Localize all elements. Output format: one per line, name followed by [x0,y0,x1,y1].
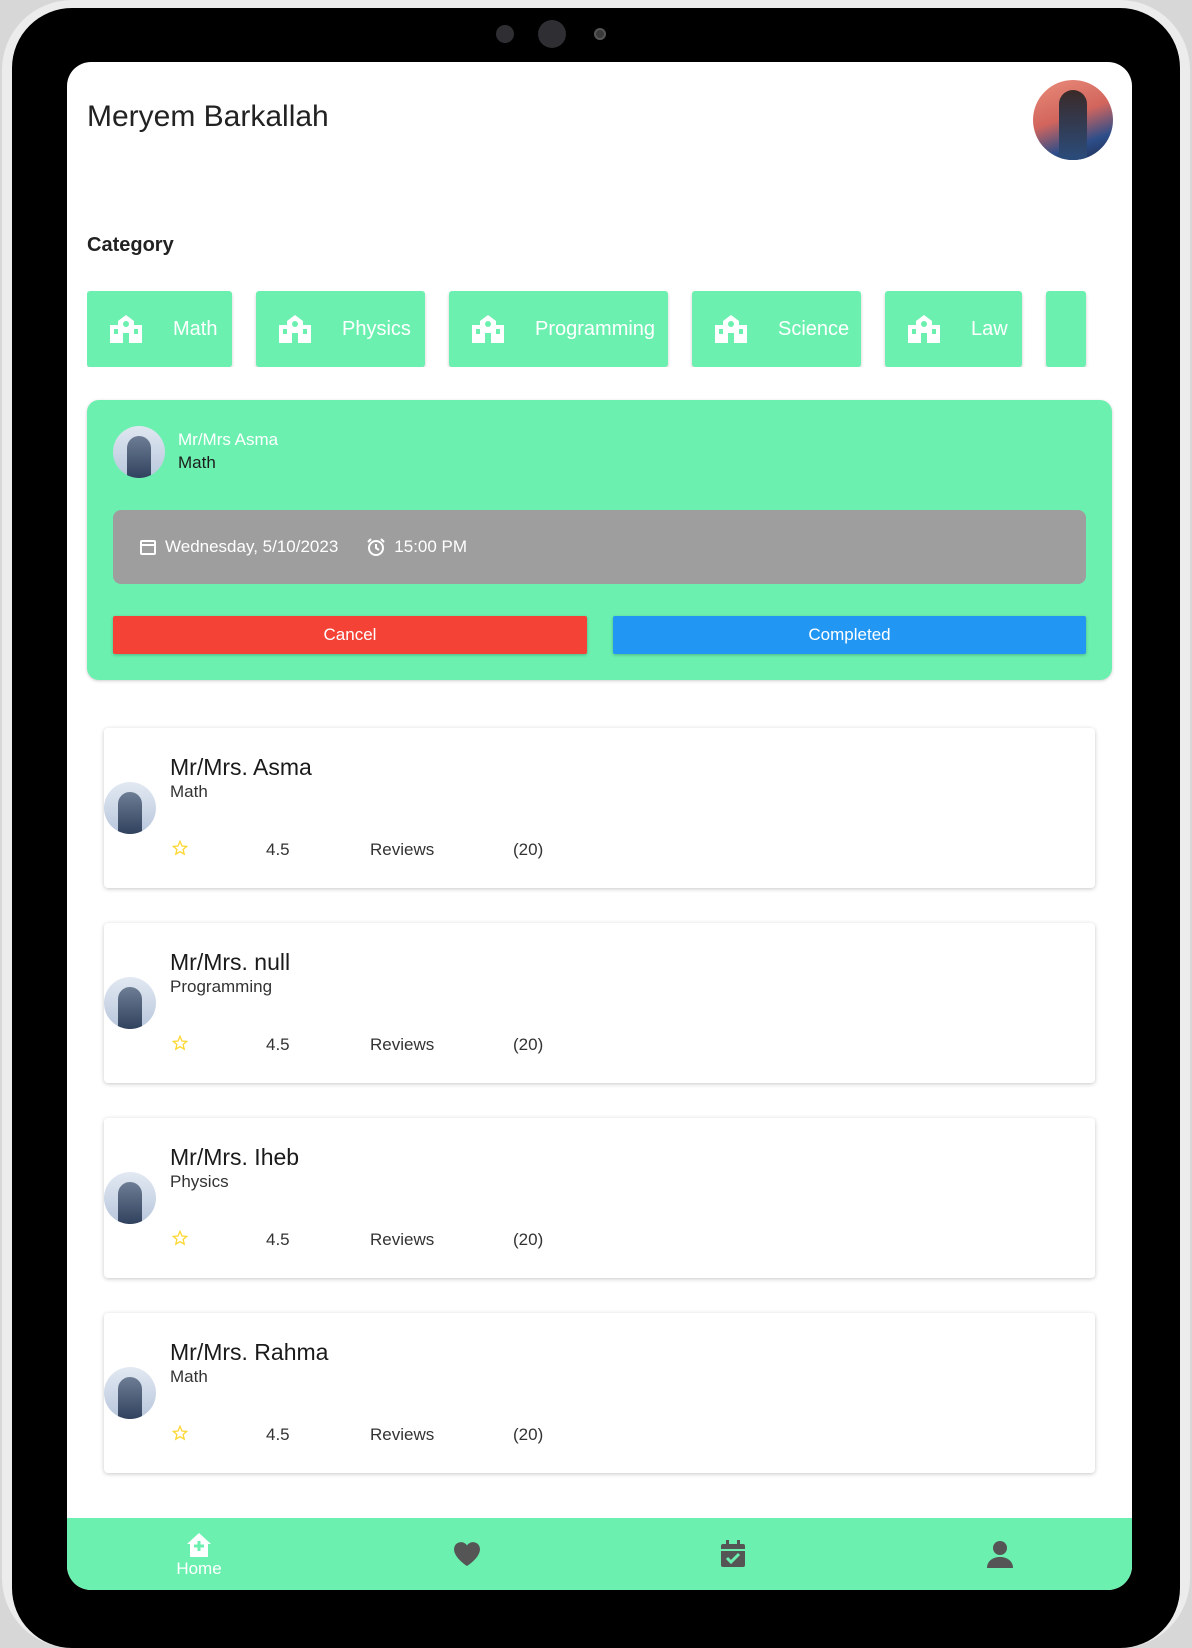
nav-profile[interactable] [980,1518,1020,1590]
category-label: Programming [535,317,656,340]
nav-schedule[interactable] [713,1518,753,1590]
teacher-subject: Physics [170,1172,229,1191]
session-date: Wednesday, 5/10/2023 [165,537,339,556]
home-add-icon [187,1533,211,1557]
category-math[interactable]: Math [87,291,232,367]
teacher-name: Mr/Mrs. Iheb [170,1144,300,1170]
category-partial[interactable] [1046,291,1086,367]
teacher-card[interactable]: Mr/Mrs. Rahma Math 4.5 Reviews (20) [104,1313,1095,1473]
teacher-subject: Math [170,1367,208,1386]
star-icon [172,840,188,856]
upcoming-session-card: Mr/Mrs Asma Math Wednesday, 5/10/2023 15… [87,400,1112,680]
teacher-card[interactable]: Mr/Mrs. Asma Math 4.5 Reviews (20) [104,728,1095,888]
camera-lens [594,28,606,40]
profile-avatar[interactable] [1033,80,1113,160]
category-list[interactable]: Math Physics Programming Science Law [87,291,1132,367]
category-label: Science [778,317,850,340]
reviews-count: (20) [513,1230,544,1249]
category-label: Law [971,317,1008,340]
teacher-avatar [113,426,165,478]
school-icon [715,315,747,343]
reviews-count: (20) [513,1035,544,1054]
school-icon [279,315,311,343]
teacher-rating: 4.5 [266,1230,290,1249]
session-datetime: Wednesday, 5/10/2023 15:00 PM [113,510,1086,584]
star-icon [172,1035,188,1051]
session-teacher-name: Mr/Mrs Asma [178,430,279,449]
reviews-label: Reviews [370,1035,435,1054]
teacher-name: Mr/Mrs. null [170,949,291,975]
person-icon [987,1541,1013,1568]
session-time: 15:00 PM [394,537,468,556]
nav-home-label: Home [176,1559,222,1578]
calendar-check-icon [721,1540,745,1567]
user-name: Meryem Barkallah [87,100,329,133]
teacher-avatar [104,782,156,834]
teacher-rating: 4.5 [266,1035,290,1054]
category-title: Category [87,234,174,256]
completed-button[interactable]: Completed [613,616,1086,654]
front-camera [538,20,566,48]
teacher-card[interactable]: Mr/Mrs. Iheb Physics 4.5 Reviews (20) [104,1118,1095,1278]
category-label: Math [173,317,218,340]
teacher-rating: 4.5 [266,1425,290,1444]
teacher-subject: Math [170,782,208,801]
cancel-button[interactable]: Cancel [113,616,587,654]
teacher-subject: Programming [170,977,273,996]
calendar-icon [140,540,156,555]
teacher-card[interactable]: Mr/Mrs. null Programming 4.5 Reviews (20… [104,923,1095,1083]
reviews-label: Reviews [370,1425,435,1444]
star-icon [172,1425,188,1441]
teacher-name: Mr/Mrs. Rahma [170,1339,329,1365]
session-subject: Math [178,453,216,472]
category-label: Physics [342,317,411,340]
category-law[interactable]: Law [885,291,1022,367]
reviews-count: (20) [513,840,544,859]
category-physics[interactable]: Physics [256,291,425,367]
star-icon [172,1230,188,1246]
sensor-dot [496,25,514,43]
reviews-label: Reviews [370,1230,435,1249]
teacher-avatar [104,1367,156,1419]
category-programming[interactable]: Programming [449,291,668,367]
category-science[interactable]: Science [692,291,861,367]
school-icon [110,315,142,343]
device-background: Meryem Barkallah Category Math Physics P… [0,0,1192,1648]
teacher-avatar [104,977,156,1029]
school-icon [908,315,940,343]
nav-home[interactable]: Home [167,1518,231,1590]
nav-favorites[interactable] [447,1518,487,1590]
alarm-icon [367,538,385,556]
app-screen: Meryem Barkallah Category Math Physics P… [67,62,1132,1590]
heart-icon [454,1542,480,1566]
bottom-navigation: Home [67,1518,1132,1590]
teacher-avatar [104,1172,156,1224]
teacher-rating: 4.5 [266,840,290,859]
reviews-label: Reviews [370,840,435,859]
reviews-count: (20) [513,1425,544,1444]
school-icon [472,315,504,343]
teacher-name: Mr/Mrs. Asma [170,754,312,780]
